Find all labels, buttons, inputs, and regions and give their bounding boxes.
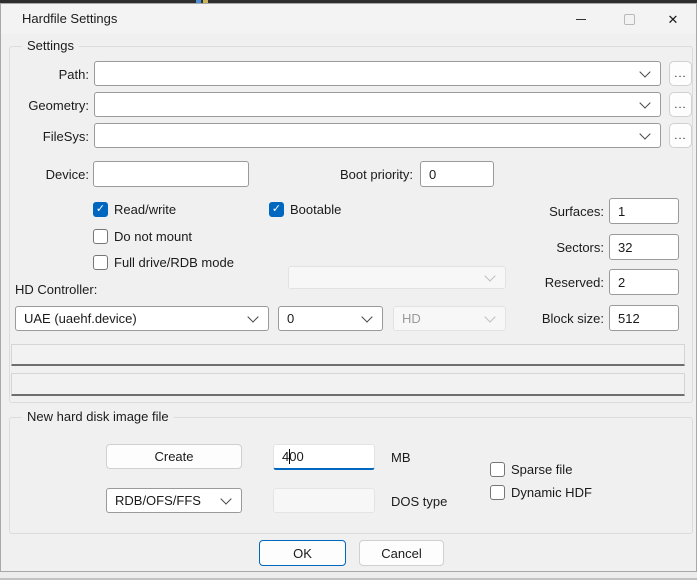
- settings-group-label: Settings: [22, 38, 79, 53]
- ellipsis-icon: ...: [674, 68, 686, 80]
- titlebar: Hardfile Settings ✕: [1, 4, 696, 34]
- filesys-combobox[interactable]: [94, 123, 661, 148]
- full-drive-rdb-label: Full drive/RDB mode: [114, 255, 234, 270]
- minimize-button[interactable]: [561, 4, 601, 34]
- create-button[interactable]: Create: [106, 444, 242, 469]
- read-write-checkbox[interactable]: ✓ Read/write: [93, 202, 176, 217]
- ok-button[interactable]: OK: [259, 540, 346, 566]
- new-hardfile-group: New hard disk image file: [9, 417, 693, 534]
- maximize-icon: [624, 14, 635, 25]
- close-icon: ✕: [668, 13, 679, 26]
- surfaces-label: Surfaces:: [484, 204, 604, 219]
- sectors-label: Sectors:: [484, 240, 604, 255]
- block-size-field[interactable]: 512: [609, 305, 679, 331]
- surfaces-field[interactable]: 1: [609, 198, 679, 224]
- chevron-down-icon: [361, 311, 372, 322]
- hd-controller-label: HD Controller:: [15, 282, 97, 297]
- chevron-down-icon: [484, 311, 495, 322]
- close-button[interactable]: ✕: [653, 4, 693, 34]
- reserved-field[interactable]: 2: [609, 269, 679, 295]
- do-not-mount-checkbox[interactable]: Do not mount: [93, 229, 192, 244]
- sectors-field[interactable]: 32: [609, 234, 679, 260]
- maximize-button: [609, 4, 649, 34]
- chevron-down-icon: [639, 66, 650, 77]
- filesystem-value: RDB/OFS/FFS: [115, 493, 201, 508]
- read-write-label: Read/write: [114, 202, 176, 217]
- geometry-combobox[interactable]: [94, 92, 661, 117]
- boot-priority-field[interactable]: 0: [420, 161, 494, 187]
- size-mb-field[interactable]: 400: [273, 444, 375, 470]
- new-hardfile-group-label: New hard disk image file: [22, 409, 174, 424]
- hd-controller-combobox[interactable]: UAE (uaehf.device): [15, 306, 269, 331]
- path-combobox[interactable]: [94, 61, 661, 86]
- cancel-button[interactable]: Cancel: [359, 540, 444, 566]
- controller-type-combobox: HD: [393, 306, 506, 331]
- checkbox-check-icon: ✓: [93, 202, 108, 217]
- size-mb-value: 400: [282, 449, 304, 464]
- hardfile-info-bar-2: [11, 373, 685, 396]
- full-drive-rdb-checkbox[interactable]: Full drive/RDB mode: [93, 255, 234, 270]
- dynamic-hdf-label: Dynamic HDF: [511, 485, 592, 500]
- ellipsis-icon: ...: [674, 99, 686, 111]
- device-label: Device:: [11, 167, 89, 182]
- filesys-label: FileSys:: [11, 129, 89, 144]
- boot-priority-label: Boot priority:: [313, 167, 413, 182]
- sparse-file-label: Sparse file: [511, 462, 572, 477]
- path-browse-button[interactable]: ...: [669, 61, 692, 86]
- checkbox-check-icon: ✓: [269, 202, 284, 217]
- mb-label: MB: [391, 450, 411, 465]
- dos-type-field: [273, 488, 375, 513]
- hardfile-settings-dialog: Hardfile Settings ✕ Settings Path: ... G…: [0, 3, 697, 572]
- controller-unit-combobox[interactable]: 0: [278, 306, 383, 331]
- bootable-label: Bootable: [290, 202, 341, 217]
- filesystem-combobox[interactable]: RDB/OFS/FFS: [106, 488, 242, 513]
- chevron-down-icon: [639, 97, 650, 108]
- minimize-icon: [576, 19, 586, 20]
- checkbox-box: [93, 255, 108, 270]
- do-not-mount-label: Do not mount: [114, 229, 192, 244]
- device-field[interactable]: [93, 161, 249, 187]
- checkbox-box: [490, 462, 505, 477]
- dos-type-label: DOS type: [391, 494, 447, 509]
- filesys-browse-button[interactable]: ...: [669, 123, 692, 148]
- block-size-value: 512: [618, 311, 640, 326]
- hardfile-info-bar: [11, 344, 685, 366]
- controller-type-value: HD: [402, 311, 421, 326]
- hd-controller-value: UAE (uaehf.device): [24, 311, 137, 326]
- reserved-value: 2: [618, 275, 625, 290]
- rdb-mode-combobox: [288, 266, 506, 289]
- chevron-down-icon: [247, 311, 258, 322]
- geometry-browse-button[interactable]: ...: [669, 92, 692, 117]
- dynamic-hdf-checkbox[interactable]: Dynamic HDF: [490, 485, 592, 500]
- geometry-label: Geometry:: [11, 98, 89, 113]
- ellipsis-icon: ...: [674, 130, 686, 142]
- surfaces-value: 1: [618, 204, 625, 219]
- controller-unit-value: 0: [287, 311, 294, 326]
- background-window-sliver-bottom: [0, 572, 697, 580]
- checkbox-box: [93, 229, 108, 244]
- checkbox-box: [490, 485, 505, 500]
- bootable-checkbox[interactable]: ✓ Bootable: [269, 202, 341, 217]
- chevron-down-icon: [220, 493, 231, 504]
- chevron-down-icon: [484, 270, 495, 281]
- sectors-value: 32: [618, 240, 632, 255]
- window-title: Hardfile Settings: [22, 11, 117, 26]
- sparse-file-checkbox[interactable]: Sparse file: [490, 462, 572, 477]
- path-label: Path:: [11, 67, 89, 82]
- text-caret: [289, 449, 290, 464]
- chevron-down-icon: [639, 128, 650, 139]
- boot-priority-value: 0: [429, 167, 436, 182]
